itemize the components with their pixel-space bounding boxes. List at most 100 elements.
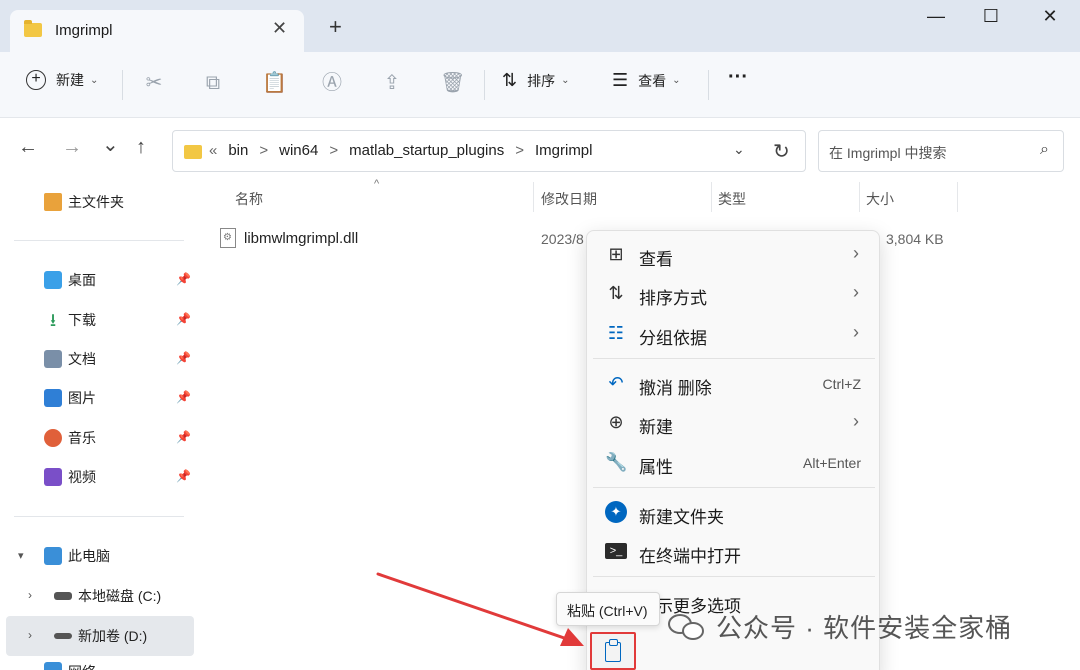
forward-button[interactable]: → <box>62 136 82 159</box>
menu-shortcut: Ctrl+Z <box>822 376 862 392</box>
column-divider[interactable] <box>859 182 860 212</box>
new-button[interactable]: + 新建 ⌄ <box>26 70 98 90</box>
sidebar-item-home[interactable]: 主文件夹 <box>44 190 124 214</box>
new-tab-button[interactable]: + <box>329 16 342 38</box>
chevron-down-icon[interactable]: ▾ <box>18 549 24 562</box>
navigation-pane: 主文件夹 桌面 📌 ⭳ 下载 📌 文档 📌 图片 📌 音乐 📌 视频 📌 ▾ 此… <box>0 180 200 670</box>
pin-icon[interactable]: 📌 <box>176 430 191 444</box>
undo-icon: ↶ <box>608 373 624 393</box>
share-icon[interactable]: ⇪ <box>381 72 403 94</box>
paste-button[interactable] <box>590 632 636 670</box>
file-row[interactable]: libmwlmgrimpl.dll <box>220 228 358 248</box>
divider <box>708 70 709 100</box>
menu-item-properties[interactable]: 🔧 属性 Alt+Enter <box>587 445 881 481</box>
back-button[interactable]: ← <box>18 136 38 159</box>
chevron-down-icon[interactable]: ⌄ <box>733 141 745 158</box>
menu-item-sort-by[interactable]: ⇅ 排序方式 › <box>587 276 881 312</box>
grid-icon: ⊞ <box>608 244 624 264</box>
breadcrumb-overflow[interactable]: « <box>209 142 217 159</box>
view-button[interactable]: ☰ 查看 ⌄ <box>612 70 681 91</box>
pin-icon[interactable]: 📌 <box>176 272 191 286</box>
rename-icon[interactable]: Ⓐ <box>321 72 343 94</box>
divider <box>484 70 485 100</box>
menu-shortcut: Alt+Enter <box>803 455 861 471</box>
sidebar-item-label: 视频 <box>68 469 96 485</box>
clipboard-icon <box>605 639 621 662</box>
pin-icon[interactable]: 📌 <box>176 312 191 326</box>
menu-item-label: 分组依据 <box>639 329 707 348</box>
column-header-size[interactable]: 大小 <box>866 189 894 209</box>
column-header-name[interactable]: 名称 <box>235 189 263 209</box>
sidebar-item-drive-d[interactable]: 新加卷 (D:) <box>54 624 147 648</box>
pin-icon[interactable]: 📌 <box>176 390 191 404</box>
menu-item-new[interactable]: ⊕ 新建 › <box>587 405 881 441</box>
sidebar-item-desktop[interactable]: 桌面 <box>44 268 96 292</box>
breadcrumb-item[interactable]: win64 <box>279 142 318 159</box>
paste-icon[interactable]: 📋 <box>262 72 287 94</box>
sidebar-item-music[interactable]: 音乐 <box>44 426 96 450</box>
sidebar-item-downloads[interactable]: ⭳ 下载 <box>44 308 96 332</box>
computer-icon <box>44 547 62 565</box>
menu-divider <box>593 487 875 488</box>
sidebar-item-videos[interactable]: 视频 <box>44 465 96 489</box>
dll-file-icon <box>220 228 236 248</box>
pictures-icon <box>44 389 62 407</box>
sidebar-item-label: 下载 <box>68 312 96 328</box>
sidebar-item-label: 音乐 <box>68 430 96 446</box>
breadcrumb-separator[interactable]: > <box>329 142 338 159</box>
pin-icon[interactable]: 📌 <box>176 469 191 483</box>
breadcrumb-item[interactable]: bin <box>228 142 248 159</box>
menu-item-label: 属性 <box>639 458 673 477</box>
copy-icon[interactable]: ⧉ <box>202 72 224 94</box>
sidebar-item-drive-c[interactable]: 本地磁盘 (C:) <box>54 584 161 608</box>
menu-item-label: 新建 <box>639 418 673 437</box>
cut-icon[interactable]: ✂ <box>143 72 165 94</box>
chevron-right-icon: › <box>853 322 859 342</box>
sidebar-item-network[interactable]: 网络 <box>44 662 96 670</box>
menu-item-new-folder[interactable]: ✦ 新建文件夹 <box>587 495 881 531</box>
delete-icon[interactable]: 🗑 <box>440 72 465 94</box>
sort-label: 排序 <box>527 72 556 89</box>
breadcrumb-separator[interactable]: > <box>515 142 524 159</box>
tab-close-icon[interactable]: ✕ <box>272 18 287 39</box>
sidebar-item-documents[interactable]: 文档 <box>44 347 96 371</box>
sidebar-item-this-pc[interactable]: 此电脑 <box>44 544 110 568</box>
sidebar-item-pictures[interactable]: 图片 <box>44 386 96 410</box>
menu-item-view[interactable]: ⊞ 查看 › <box>587 237 881 273</box>
minimize-button[interactable]: — <box>916 6 956 27</box>
pin-icon[interactable]: 📌 <box>176 351 191 365</box>
menu-item-group-by[interactable]: ☷ 分组依据 › <box>587 316 881 352</box>
close-window-button[interactable]: ✕ <box>1030 6 1070 27</box>
menu-item-open-terminal[interactable]: >_ 在终端中打开 <box>587 534 881 570</box>
sidebar-item-label: 文档 <box>68 351 96 367</box>
breadcrumb-item[interactable]: matlab_startup_plugins <box>349 142 504 159</box>
menu-item-undo-delete[interactable]: ↶ 撤消 删除 Ctrl+Z <box>587 366 881 402</box>
network-icon <box>44 662 62 670</box>
chevron-right-icon[interactable]: › <box>28 628 32 642</box>
home-icon <box>44 193 62 211</box>
breadcrumb-separator[interactable]: > <box>259 142 268 159</box>
up-button[interactable]: ↑ <box>136 136 146 159</box>
more-button[interactable]: ··· <box>728 66 748 89</box>
column-divider[interactable] <box>533 182 534 212</box>
breadcrumb-item[interactable]: Imgrimpl <box>535 142 593 159</box>
folder-icon <box>184 145 202 159</box>
chevron-right-icon[interactable]: › <box>28 588 32 602</box>
column-divider[interactable] <box>957 182 958 212</box>
new-label: 新建 <box>56 72 84 88</box>
file-date: 2023/8 <box>541 231 584 247</box>
address-bar[interactable]: « bin > win64 > matlab_startup_plugins >… <box>172 130 806 172</box>
command-bar: + 新建 ⌄ ✂ ⧉ 📋 Ⓐ ⇪ 🗑 ⇅ 排序 ⌄ ☰ 查看 ⌄ ··· <box>0 52 1080 118</box>
refresh-icon[interactable]: ↻ <box>773 139 790 164</box>
tab-imgrimpl[interactable]: Imgrimpl ✕ <box>10 10 304 52</box>
maximize-button[interactable]: ☐ <box>971 6 1011 27</box>
sort-button[interactable]: ⇅ 排序 ⌄ <box>502 70 569 91</box>
tab-title: Imgrimpl <box>55 22 113 39</box>
search-input[interactable]: 在 Imgrimpl 中搜索 ⌕ <box>818 130 1064 172</box>
watermark-text: 公众号 · 软件安装全家桶 <box>716 613 1013 643</box>
recent-locations-button[interactable]: ⌄ <box>102 132 119 157</box>
chevron-down-icon: ⌄ <box>90 74 99 86</box>
column-header-type[interactable]: 类型 <box>718 189 746 209</box>
column-header-date[interactable]: 修改日期 <box>541 189 597 209</box>
column-divider[interactable] <box>711 182 712 212</box>
